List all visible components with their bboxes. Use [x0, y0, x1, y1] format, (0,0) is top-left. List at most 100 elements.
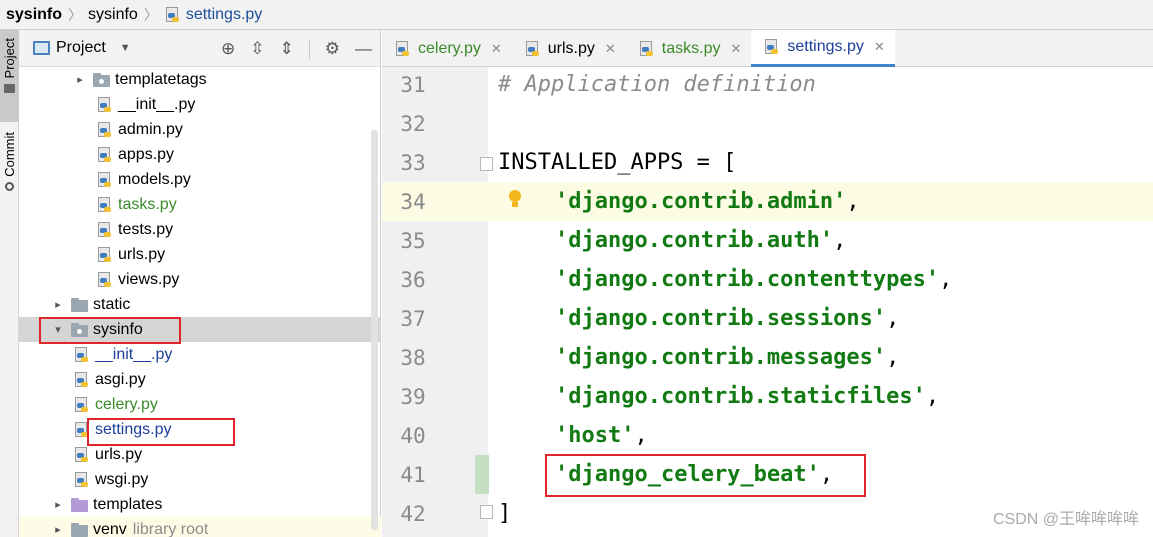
folder-icon: [71, 297, 89, 313]
code-token: ]: [498, 501, 512, 526]
chevron-right-icon: 〉: [68, 6, 83, 23]
tree-file-item[interactable]: apps.py: [19, 142, 381, 167]
breadcrumb: sysinfo 〉 sysinfo 〉 settings.py: [0, 0, 1153, 30]
editor-tab[interactable]: tasks.py ✕: [626, 30, 752, 67]
code-line: 36 'django.contrib.contenttypes',: [382, 260, 1153, 299]
line-number: 32: [400, 111, 426, 136]
tree-folder-item[interactable]: ▸ templatetags: [19, 67, 381, 92]
code-editor[interactable]: 31 # Application definition 32 33 INSTALLED_…: [382, 67, 1153, 537]
editor-tab[interactable]: settings.py ✕: [751, 30, 895, 67]
python-file-icon: [96, 171, 114, 188]
tree-file-item[interactable]: __init__.py: [19, 92, 381, 117]
python-file-icon: [96, 221, 114, 238]
python-file-icon: [73, 446, 91, 463]
tree-file-item[interactable]: views.py: [19, 267, 381, 292]
expand-all-icon[interactable]: ⇳: [250, 39, 264, 59]
breadcrumb-file[interactable]: settings.py: [164, 6, 262, 24]
editor-tab[interactable]: urls.py ✕: [512, 30, 626, 67]
python-file-icon: [96, 246, 114, 263]
close-icon[interactable]: ✕: [491, 41, 502, 57]
code-line: 31 # Application definition: [382, 65, 1153, 104]
python-file-icon: [73, 396, 91, 413]
project-view-icon: [33, 41, 50, 55]
chevron-down-icon[interactable]: ▼: [120, 42, 131, 54]
string-literal: 'host': [555, 423, 635, 448]
string-literal: 'django.contrib.staticfiles': [555, 384, 926, 409]
code-text: 'django.contrib.sessions',: [555, 306, 899, 331]
close-icon[interactable]: ✕: [730, 41, 741, 57]
tree-file-item[interactable]: celery.py: [19, 392, 381, 417]
commit-icon: [5, 181, 14, 191]
tree-item-label: urls.py: [118, 245, 166, 263]
locate-file-icon[interactable]: ⊕: [221, 39, 235, 59]
tree-file-item[interactable]: models.py: [19, 167, 381, 192]
highlight-box-celery-beat: [545, 454, 866, 497]
project-panel-title[interactable]: Project: [56, 39, 106, 57]
punctuation: ,: [833, 228, 847, 253]
punctuation: ,: [939, 267, 953, 292]
tab-label: urls.py: [547, 39, 595, 57]
tree-folder-item[interactable]: ▸ venv library root: [19, 517, 381, 537]
close-icon[interactable]: ✕: [874, 39, 885, 55]
close-icon[interactable]: ✕: [605, 41, 616, 57]
line-number: 39: [400, 384, 426, 409]
tree-item-label: wsgi.py: [95, 470, 149, 488]
folder-icon: [93, 72, 111, 88]
line-number: 33: [400, 150, 426, 175]
python-file-icon: [96, 96, 114, 113]
tree-folder-item[interactable]: ▸ templates: [19, 492, 381, 517]
chevron-right-icon[interactable]: ▸: [51, 523, 65, 536]
python-file-icon: [638, 40, 656, 57]
tree-item-label: templatetags: [115, 70, 207, 88]
project-panel: Project ▼ ⊕ ⇳ ⇕ ⚙ — ▸ templatetags __init_…: [19, 30, 381, 537]
comment-text: # Application definition: [498, 72, 816, 97]
line-number: 34: [400, 189, 426, 214]
collapse-all-icon[interactable]: ⇕: [280, 39, 294, 59]
breadcrumb-folder[interactable]: sysinfo: [88, 6, 138, 24]
gear-icon[interactable]: ⚙: [325, 39, 340, 59]
project-panel-toolbar: ⊕ ⇳ ⇕ ⚙ —: [221, 30, 372, 67]
tree-item-label: venv: [93, 520, 127, 537]
chevron-right-icon[interactable]: ▸: [51, 298, 65, 311]
code-line: 37 'django.contrib.sessions',: [382, 299, 1153, 338]
fold-start-icon[interactable]: [480, 157, 493, 171]
tree-file-item[interactable]: wsgi.py: [19, 467, 381, 492]
tree-item-label: __init__.py: [95, 345, 173, 363]
project-tool-button[interactable]: Project: [0, 30, 19, 122]
tree-file-item[interactable]: asgi.py: [19, 367, 381, 392]
tree-file-item[interactable]: urls.py: [19, 242, 381, 267]
minimize-icon[interactable]: —: [355, 39, 372, 59]
commit-tool-button[interactable]: Commit: [0, 126, 19, 216]
fold-end-icon[interactable]: [480, 505, 493, 519]
punctuation: ,: [886, 306, 900, 331]
string-literal: 'django.contrib.auth': [555, 228, 834, 253]
tab-label: settings.py: [787, 38, 864, 55]
breadcrumb-file-label: settings.py: [185, 5, 263, 23]
python-file-icon: [96, 146, 114, 163]
breadcrumb-root[interactable]: sysinfo: [6, 6, 62, 24]
tree-scrollbar[interactable]: [371, 130, 378, 530]
tree-file-item[interactable]: tests.py: [19, 217, 381, 242]
project-tool-label: Project: [2, 38, 17, 79]
chevron-right-icon[interactable]: ▸: [73, 73, 87, 86]
tree-item-label: apps.py: [118, 145, 175, 163]
toolbar-divider: [308, 38, 310, 59]
lightbulb-icon[interactable]: [508, 190, 522, 212]
python-file-icon: [96, 121, 114, 138]
tree-item-label: views.py: [118, 270, 180, 288]
python-file-icon: [96, 196, 114, 213]
python-file-icon: [96, 271, 114, 288]
tree-file-item[interactable]: tasks.py: [19, 192, 381, 217]
python-file-icon: [164, 6, 182, 23]
tree-folder-item[interactable]: ▸ static: [19, 292, 381, 317]
tree-file-item[interactable]: __init__.py: [19, 342, 381, 367]
punctuation: ,: [634, 423, 648, 448]
tool-window-stripe: Project Commit: [0, 30, 19, 537]
chevron-right-icon[interactable]: ▸: [51, 498, 65, 511]
tree-file-item[interactable]: admin.py: [19, 117, 381, 142]
code-line: 39 'django.contrib.staticfiles',: [382, 377, 1153, 416]
code-text: 'django.contrib.messages',: [555, 345, 899, 370]
editor-tab[interactable]: celery.py ✕: [382, 30, 512, 67]
code-text: 'django.contrib.admin',: [555, 189, 860, 214]
string-literal: 'django.contrib.sessions': [555, 306, 887, 331]
